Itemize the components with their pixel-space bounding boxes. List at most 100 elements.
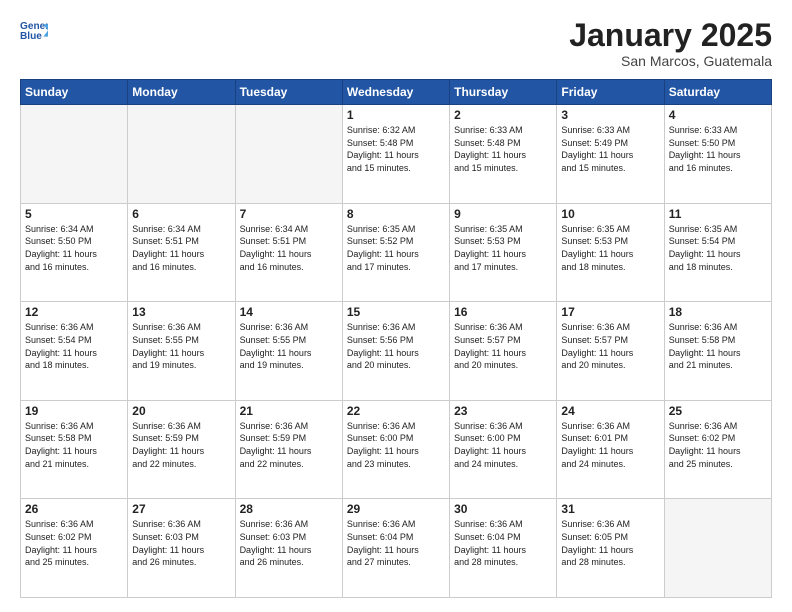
day-info: Sunrise: 6:34 AM Sunset: 5:51 PM Dayligh… — [132, 223, 230, 273]
day-info: Sunrise: 6:36 AM Sunset: 5:58 PM Dayligh… — [669, 321, 767, 371]
weekday-header-saturday: Saturday — [664, 80, 771, 105]
day-info: Sunrise: 6:36 AM Sunset: 6:04 PM Dayligh… — [454, 518, 552, 568]
day-number: 24 — [561, 404, 659, 418]
day-number: 27 — [132, 502, 230, 516]
day-number: 16 — [454, 305, 552, 319]
calendar-week-4: 19Sunrise: 6:36 AM Sunset: 5:58 PM Dayli… — [21, 400, 772, 499]
title-block: January 2025 San Marcos, Guatemala — [569, 18, 772, 69]
calendar-cell: 20 Sunrise: 6:36 AM Sunset: 5:59 PM Dayli… — [128, 400, 235, 499]
day-info: Sunrise: 6:36 AM Sunset: 6:03 PM Dayligh… — [240, 518, 338, 568]
calendar-cell: 12 Sunrise: 6:36 AM Sunset: 5:54 PM Dayli… — [21, 302, 128, 401]
calendar-cell: 8Sunrise: 6:35 AM Sunset: 5:52 PM Daylig… — [342, 203, 449, 302]
day-info: Sunrise: 6:34 AM Sunset: 5:51 PM Dayligh… — [240, 223, 338, 273]
calendar-cell: 26 Sunrise: 6:36 AM Sunset: 6:02 PM Dayli… — [21, 499, 128, 598]
day-info: Sunrise: 6:36 AM Sunset: 6:00 PM Dayligh… — [347, 420, 445, 470]
day-info: Sunrise: 6:36 AM Sunset: 6:01 PM Dayligh… — [561, 420, 659, 470]
day-number: 9 — [454, 207, 552, 221]
header: General Blue January 2025 San Marcos, Gu… — [20, 18, 772, 69]
calendar-cell: 29Sunrise: 6:36 AM Sunset: 6:04 PM Dayli… — [342, 499, 449, 598]
day-number: 28 — [240, 502, 338, 516]
day-number: 2 — [454, 108, 552, 122]
calendar-cell: 22 Sunrise: 6:36 AM Sunset: 6:00 PM Dayli… — [342, 400, 449, 499]
day-info: Sunrise: 6:32 AM Sunset: 5:48 PM Dayligh… — [347, 124, 445, 174]
day-info: Sunrise: 6:36 AM Sunset: 6:00 PM Dayligh… — [454, 420, 552, 470]
day-number: 29 — [347, 502, 445, 516]
calendar-week-2: 5 Sunrise: 6:34 AM Sunset: 5:50 PM Daylig… — [21, 203, 772, 302]
calendar-cell: 6 Sunrise: 6:34 AM Sunset: 5:51 PM Daylig… — [128, 203, 235, 302]
day-info: Sunrise: 6:36 AM Sunset: 5:54 PM Dayligh… — [25, 321, 123, 371]
day-number: 8 — [347, 207, 445, 221]
day-info: Sunrise: 6:34 AM Sunset: 5:50 PM Dayligh… — [25, 223, 123, 273]
day-number: 3 — [561, 108, 659, 122]
weekday-header-wednesday: Wednesday — [342, 80, 449, 105]
day-number: 4 — [669, 108, 767, 122]
calendar-table: SundayMondayTuesdayWednesdayThursdayFrid… — [20, 79, 772, 598]
day-number: 20 — [132, 404, 230, 418]
day-info: Sunrise: 6:36 AM Sunset: 6:05 PM Dayligh… — [561, 518, 659, 568]
weekday-header-row: SundayMondayTuesdayWednesdayThursdayFrid… — [21, 80, 772, 105]
day-number: 31 — [561, 502, 659, 516]
calendar-cell: 15Sunrise: 6:36 AM Sunset: 5:56 PM Dayli… — [342, 302, 449, 401]
day-info: Sunrise: 6:36 AM Sunset: 6:03 PM Dayligh… — [132, 518, 230, 568]
day-number: 14 — [240, 305, 338, 319]
day-number: 22 — [347, 404, 445, 418]
calendar-cell: 9 Sunrise: 6:35 AM Sunset: 5:53 PM Daylig… — [450, 203, 557, 302]
day-number: 13 — [132, 305, 230, 319]
calendar-cell: 27 Sunrise: 6:36 AM Sunset: 6:03 PM Dayli… — [128, 499, 235, 598]
calendar-cell: 28 Sunrise: 6:36 AM Sunset: 6:03 PM Dayli… — [235, 499, 342, 598]
day-info: Sunrise: 6:36 AM Sunset: 5:57 PM Dayligh… — [454, 321, 552, 371]
calendar-cell: 18 Sunrise: 6:36 AM Sunset: 5:58 PM Dayli… — [664, 302, 771, 401]
day-number: 15 — [347, 305, 445, 319]
calendar-cell: 3 Sunrise: 6:33 AM Sunset: 5:49 PM Daylig… — [557, 105, 664, 204]
weekday-header-friday: Friday — [557, 80, 664, 105]
calendar-cell — [21, 105, 128, 204]
day-number: 18 — [669, 305, 767, 319]
day-info: Sunrise: 6:36 AM Sunset: 5:59 PM Dayligh… — [240, 420, 338, 470]
day-number: 19 — [25, 404, 123, 418]
calendar-cell: 24 Sunrise: 6:36 AM Sunset: 6:01 PM Dayli… — [557, 400, 664, 499]
day-number: 6 — [132, 207, 230, 221]
day-info: Sunrise: 6:35 AM Sunset: 5:54 PM Dayligh… — [669, 223, 767, 273]
calendar-cell: 1 Sunrise: 6:32 AM Sunset: 5:48 PM Daylig… — [342, 105, 449, 204]
weekday-header-sunday: Sunday — [21, 80, 128, 105]
day-info: Sunrise: 6:36 AM Sunset: 5:57 PM Dayligh… — [561, 321, 659, 371]
page: General Blue January 2025 San Marcos, Gu… — [0, 0, 792, 612]
day-info: Sunrise: 6:35 AM Sunset: 5:53 PM Dayligh… — [454, 223, 552, 273]
calendar-cell: 5 Sunrise: 6:34 AM Sunset: 5:50 PM Daylig… — [21, 203, 128, 302]
calendar-cell: 16 Sunrise: 6:36 AM Sunset: 5:57 PM Dayli… — [450, 302, 557, 401]
day-info: Sunrise: 6:36 AM Sunset: 6:02 PM Dayligh… — [25, 518, 123, 568]
day-number: 17 — [561, 305, 659, 319]
day-number: 21 — [240, 404, 338, 418]
calendar-cell — [235, 105, 342, 204]
calendar-cell: 13Sunrise: 6:36 AM Sunset: 5:55 PM Dayli… — [128, 302, 235, 401]
calendar-week-1: 1 Sunrise: 6:32 AM Sunset: 5:48 PM Daylig… — [21, 105, 772, 204]
day-info: Sunrise: 6:33 AM Sunset: 5:49 PM Dayligh… — [561, 124, 659, 174]
subtitle: San Marcos, Guatemala — [569, 53, 772, 69]
day-number: 10 — [561, 207, 659, 221]
day-number: 1 — [347, 108, 445, 122]
weekday-header-thursday: Thursday — [450, 80, 557, 105]
weekday-header-tuesday: Tuesday — [235, 80, 342, 105]
weekday-header-monday: Monday — [128, 80, 235, 105]
day-number: 12 — [25, 305, 123, 319]
calendar-cell — [664, 499, 771, 598]
calendar-cell: 21 Sunrise: 6:36 AM Sunset: 5:59 PM Dayli… — [235, 400, 342, 499]
calendar-cell: 30 Sunrise: 6:36 AM Sunset: 6:04 PM Dayli… — [450, 499, 557, 598]
calendar-cell: 7 Sunrise: 6:34 AM Sunset: 5:51 PM Daylig… — [235, 203, 342, 302]
day-number: 7 — [240, 207, 338, 221]
day-number: 26 — [25, 502, 123, 516]
day-number: 5 — [25, 207, 123, 221]
calendar-cell: 17 Sunrise: 6:36 AM Sunset: 5:57 PM Dayli… — [557, 302, 664, 401]
calendar-cell: 14Sunrise: 6:36 AM Sunset: 5:55 PM Dayli… — [235, 302, 342, 401]
calendar-cell — [128, 105, 235, 204]
day-info: Sunrise: 6:36 AM Sunset: 5:59 PM Dayligh… — [132, 420, 230, 470]
calendar-cell: 25Sunrise: 6:36 AM Sunset: 6:02 PM Dayli… — [664, 400, 771, 499]
calendar-cell: 19Sunrise: 6:36 AM Sunset: 5:58 PM Dayli… — [21, 400, 128, 499]
day-number: 30 — [454, 502, 552, 516]
calendar-cell: 31 Sunrise: 6:36 AM Sunset: 6:05 PM Dayli… — [557, 499, 664, 598]
day-number: 23 — [454, 404, 552, 418]
day-info: Sunrise: 6:33 AM Sunset: 5:50 PM Dayligh… — [669, 124, 767, 174]
calendar-cell: 4 Sunrise: 6:33 AM Sunset: 5:50 PM Daylig… — [664, 105, 771, 204]
day-info: Sunrise: 6:35 AM Sunset: 5:53 PM Dayligh… — [561, 223, 659, 273]
day-number: 25 — [669, 404, 767, 418]
